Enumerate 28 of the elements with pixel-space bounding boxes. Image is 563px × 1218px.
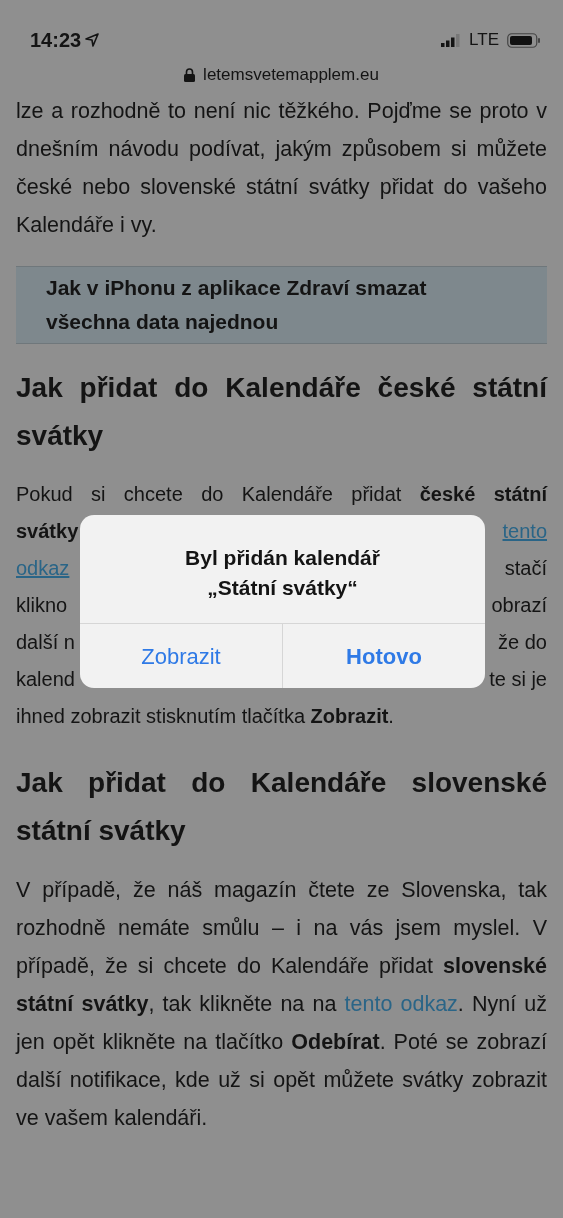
alert-button[interactable]: Hotovo	[282, 624, 485, 688]
text-fragment: další n	[16, 630, 75, 655]
link[interactable]: tento odkaz	[344, 992, 458, 1016]
url-text[interactable]: letemsvetemapplem.eu	[203, 62, 379, 88]
text-fragment: kalend	[16, 667, 75, 692]
link[interactable]: odkaz	[16, 550, 70, 587]
battery-icon	[507, 32, 541, 48]
paragraph: V případě, že náš magazín čtete ze Slovenska, tak rozhodně nemáte smůlu – i na vás jsem myslel. V případě, že si chcete do Kalendáře přidat slovenské státní svátky, tak klikněte na na tento odkaz. Nyní už jen opět klikněte na tlačítko Odebírat. Poté se zobrazí další notifikace, kde už si opět můžete svátky zobrazit ve vašem kalendáři.	[16, 877, 547, 1132]
related-article-link[interactable]: Jak v iPhonu z aplikace Zdraví smazat všechna data najednou	[16, 266, 547, 344]
text-fragment: Pokud si chcete do Kalendáře přidat české státní	[16, 482, 547, 507]
link[interactable]: tento	[502, 513, 547, 550]
location-arrow-icon	[85, 33, 100, 47]
heading: Jak přidat do Kalendáře slovenské státní svátky	[16, 766, 547, 848]
text-fragment: svátky	[16, 519, 79, 544]
lock-icon	[184, 68, 196, 82]
alert-button[interactable]: Zobrazit	[80, 624, 282, 688]
signal-icon	[441, 33, 462, 47]
alert-title: Byl přidán kalendář „Státní svátky“	[184, 545, 381, 601]
paragraph: lze a rozhodně to není nic těžkého. Pojďme se proto v dnešním návodu podívat, jakým způsobem si můžete české nebo slovenské státní svátky přidat do vašeho Kalendáře i vy.	[16, 98, 547, 239]
text-fragment: obrazí	[491, 593, 547, 618]
text-fragment: klikno	[16, 593, 68, 618]
text-fragment: že do	[498, 630, 547, 655]
text-fragment: stačí	[504, 556, 547, 581]
clock-time: 14:23	[30, 28, 82, 53]
network-type: LTE	[469, 29, 499, 52]
text-fragment: te si je	[489, 667, 547, 692]
text-fragment: ihned zobrazit stisknutím tlačítka Zobrazit.	[16, 704, 395, 729]
heading: Jak přidat do Kalendáře české státní svátky	[16, 371, 547, 453]
